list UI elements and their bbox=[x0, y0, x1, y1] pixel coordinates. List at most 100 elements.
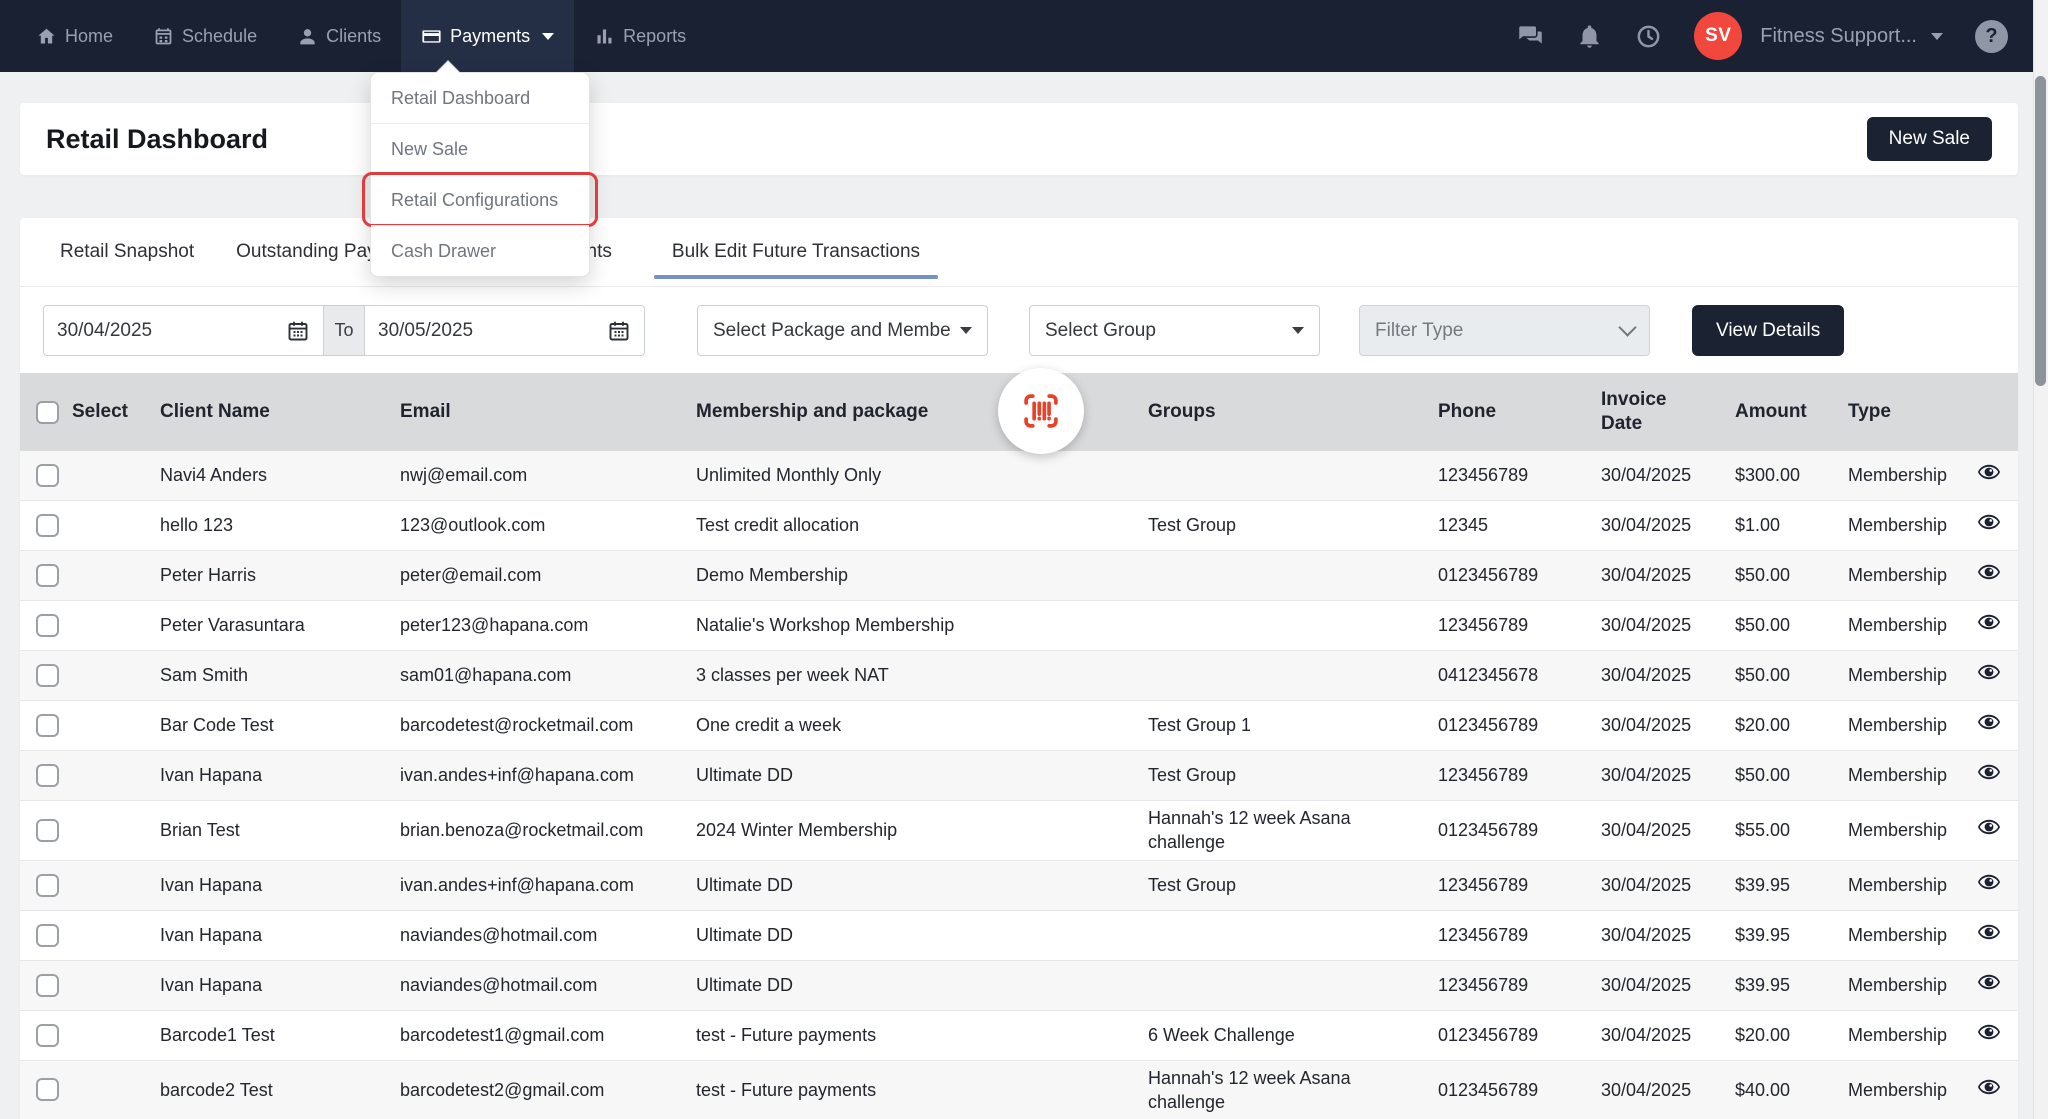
date-to-field[interactable] bbox=[364, 305, 645, 356]
cell-phone: 0123456789 bbox=[1438, 1023, 1601, 1047]
nav-item-clients[interactable]: Clients bbox=[277, 0, 401, 72]
cell-groups: Hannah's 12 week Asana challenge bbox=[1148, 1066, 1438, 1115]
calendar-icon[interactable] bbox=[607, 319, 631, 343]
view-row-icon[interactable] bbox=[1977, 610, 2001, 634]
row-checkbox[interactable] bbox=[36, 514, 59, 537]
date-to-input[interactable] bbox=[378, 320, 548, 342]
chevron-down-icon bbox=[1292, 327, 1304, 334]
cell-groups: Test Group bbox=[1148, 763, 1438, 787]
cell-type: Membership bbox=[1848, 613, 1977, 637]
group-select-value: Select Group bbox=[1045, 320, 1156, 342]
cell-groups: Test Group bbox=[1148, 513, 1438, 537]
table-row: Sam Smith sam01@hapana.com 3 classes per… bbox=[20, 651, 2018, 701]
view-details-button[interactable]: View Details bbox=[1692, 305, 1844, 356]
avatar[interactable]: SV bbox=[1694, 12, 1742, 60]
bell-icon[interactable] bbox=[1576, 23, 1603, 50]
barcode-scan-icon bbox=[1020, 390, 1062, 432]
row-checkbox[interactable] bbox=[36, 564, 59, 587]
table-row: Bar Code Test barcodetest@rocketmail.com… bbox=[20, 701, 2018, 751]
row-checkbox[interactable] bbox=[36, 1024, 59, 1047]
cell-type: Membership bbox=[1848, 713, 1977, 737]
menu-item-retail-dashboard[interactable]: Retail Dashboard bbox=[371, 73, 589, 123]
cell-type: Membership bbox=[1848, 1078, 1977, 1102]
row-checkbox[interactable] bbox=[36, 714, 59, 737]
nav-item-reports[interactable]: Reports bbox=[574, 0, 706, 72]
table-row: Ivan Hapana naviandes@hotmail.com Ultima… bbox=[20, 911, 2018, 961]
cell-client-name: Navi4 Anders bbox=[160, 463, 400, 487]
nav-item-home[interactable]: Home bbox=[16, 0, 133, 72]
cell-invoice-date: 30/04/2025 bbox=[1601, 873, 1735, 897]
menu-item-new-sale[interactable]: New Sale bbox=[371, 123, 589, 174]
row-checkbox[interactable] bbox=[36, 764, 59, 787]
user-menu[interactable]: Fitness Support... bbox=[1760, 25, 1943, 48]
filter-type-select[interactable]: Filter Type bbox=[1359, 305, 1650, 356]
help-icon[interactable]: ? bbox=[1975, 20, 2008, 53]
tab-bulk-edit-future-transactions[interactable]: Bulk Edit Future Transactions bbox=[654, 218, 938, 286]
view-row-icon[interactable] bbox=[1977, 710, 2001, 734]
tab-retail-snapshot[interactable]: Retail Snapshot bbox=[60, 218, 194, 286]
cell-email: peter123@hapana.com bbox=[400, 613, 696, 637]
chevron-down-icon bbox=[1618, 318, 1636, 336]
row-checkbox[interactable] bbox=[36, 614, 59, 637]
view-row-icon[interactable] bbox=[1977, 760, 2001, 784]
view-row-icon[interactable] bbox=[1977, 970, 2001, 994]
nav-item-schedule[interactable]: Schedule bbox=[133, 0, 277, 72]
cell-invoice-date: 30/04/2025 bbox=[1601, 763, 1735, 787]
row-checkbox[interactable] bbox=[36, 819, 59, 842]
date-from-input[interactable] bbox=[57, 320, 227, 342]
cell-email: naviandes@hotmail.com bbox=[400, 923, 696, 947]
cell-client-name: hello 123 bbox=[160, 513, 400, 537]
table-body: Navi4 Anders nwj@email.com Unlimited Mon… bbox=[20, 451, 2018, 1119]
scrollbar-thumb[interactable] bbox=[2035, 76, 2046, 386]
row-checkbox[interactable] bbox=[36, 464, 59, 487]
date-from-field[interactable] bbox=[43, 305, 324, 356]
cell-email: brian.benoza@rocketmail.com bbox=[400, 818, 696, 842]
view-row-icon[interactable] bbox=[1977, 1075, 2001, 1099]
barcode-scan-button[interactable] bbox=[998, 368, 1084, 454]
chevron-down-icon bbox=[960, 327, 972, 334]
table-row: Ivan Hapana naviandes@hotmail.com Ultima… bbox=[20, 961, 2018, 1011]
view-row-icon[interactable] bbox=[1977, 920, 2001, 944]
row-checkbox[interactable] bbox=[36, 924, 59, 947]
cell-phone: 123456789 bbox=[1438, 873, 1601, 897]
filter-bar: To Select Package and Membershi Select G… bbox=[43, 305, 2018, 356]
view-row-icon[interactable] bbox=[1977, 660, 2001, 684]
calendar-icon[interactable] bbox=[286, 319, 310, 343]
filter-type-select-value: Filter Type bbox=[1375, 320, 1463, 342]
view-row-icon[interactable] bbox=[1977, 870, 2001, 894]
table-row: Peter Varasuntara peter123@hapana.com Na… bbox=[20, 601, 2018, 651]
cell-amount: $50.00 bbox=[1735, 763, 1848, 787]
row-checkbox[interactable] bbox=[36, 664, 59, 687]
package-membership-select[interactable]: Select Package and Membershi bbox=[697, 305, 988, 356]
select-all-checkbox[interactable] bbox=[36, 401, 59, 424]
view-row-icon[interactable] bbox=[1977, 510, 2001, 534]
clock-icon[interactable] bbox=[1635, 23, 1662, 50]
view-row-icon[interactable] bbox=[1977, 1020, 2001, 1044]
cell-membership-package: 2024 Winter Membership bbox=[696, 818, 1148, 842]
nav-item-payments[interactable]: Payments bbox=[401, 0, 574, 72]
column-amount: Amount bbox=[1735, 400, 1848, 424]
chat-icon[interactable] bbox=[1517, 23, 1544, 50]
menu-item-retail-configurations[interactable]: Retail Configurations bbox=[371, 174, 589, 225]
chevron-down-icon bbox=[542, 33, 554, 40]
row-checkbox[interactable] bbox=[36, 974, 59, 997]
cell-email: naviandes@hotmail.com bbox=[400, 973, 696, 997]
cell-membership-package: Ultimate DD bbox=[696, 873, 1148, 897]
house-icon bbox=[36, 26, 57, 47]
cell-phone: 0123456789 bbox=[1438, 563, 1601, 587]
cell-email: barcodetest@rocketmail.com bbox=[400, 713, 696, 737]
group-select[interactable]: Select Group bbox=[1029, 305, 1320, 356]
view-row-icon[interactable] bbox=[1977, 460, 2001, 484]
new-sale-button[interactable]: New Sale bbox=[1867, 117, 1992, 161]
nav-label: Clients bbox=[326, 26, 381, 47]
scrollbar[interactable] bbox=[2033, 0, 2048, 1119]
table-row: Brian Test brian.benoza@rocketmail.com 2… bbox=[20, 801, 2018, 861]
row-checkbox[interactable] bbox=[36, 874, 59, 897]
date-range-to-label: To bbox=[323, 305, 365, 356]
nav-label: Schedule bbox=[182, 26, 257, 47]
view-row-icon[interactable] bbox=[1977, 815, 2001, 839]
row-checkbox[interactable] bbox=[36, 1078, 59, 1101]
menu-item-cash-drawer[interactable]: Cash Drawer bbox=[371, 225, 589, 276]
view-row-icon[interactable] bbox=[1977, 560, 2001, 584]
cell-client-name: Ivan Hapana bbox=[160, 973, 400, 997]
